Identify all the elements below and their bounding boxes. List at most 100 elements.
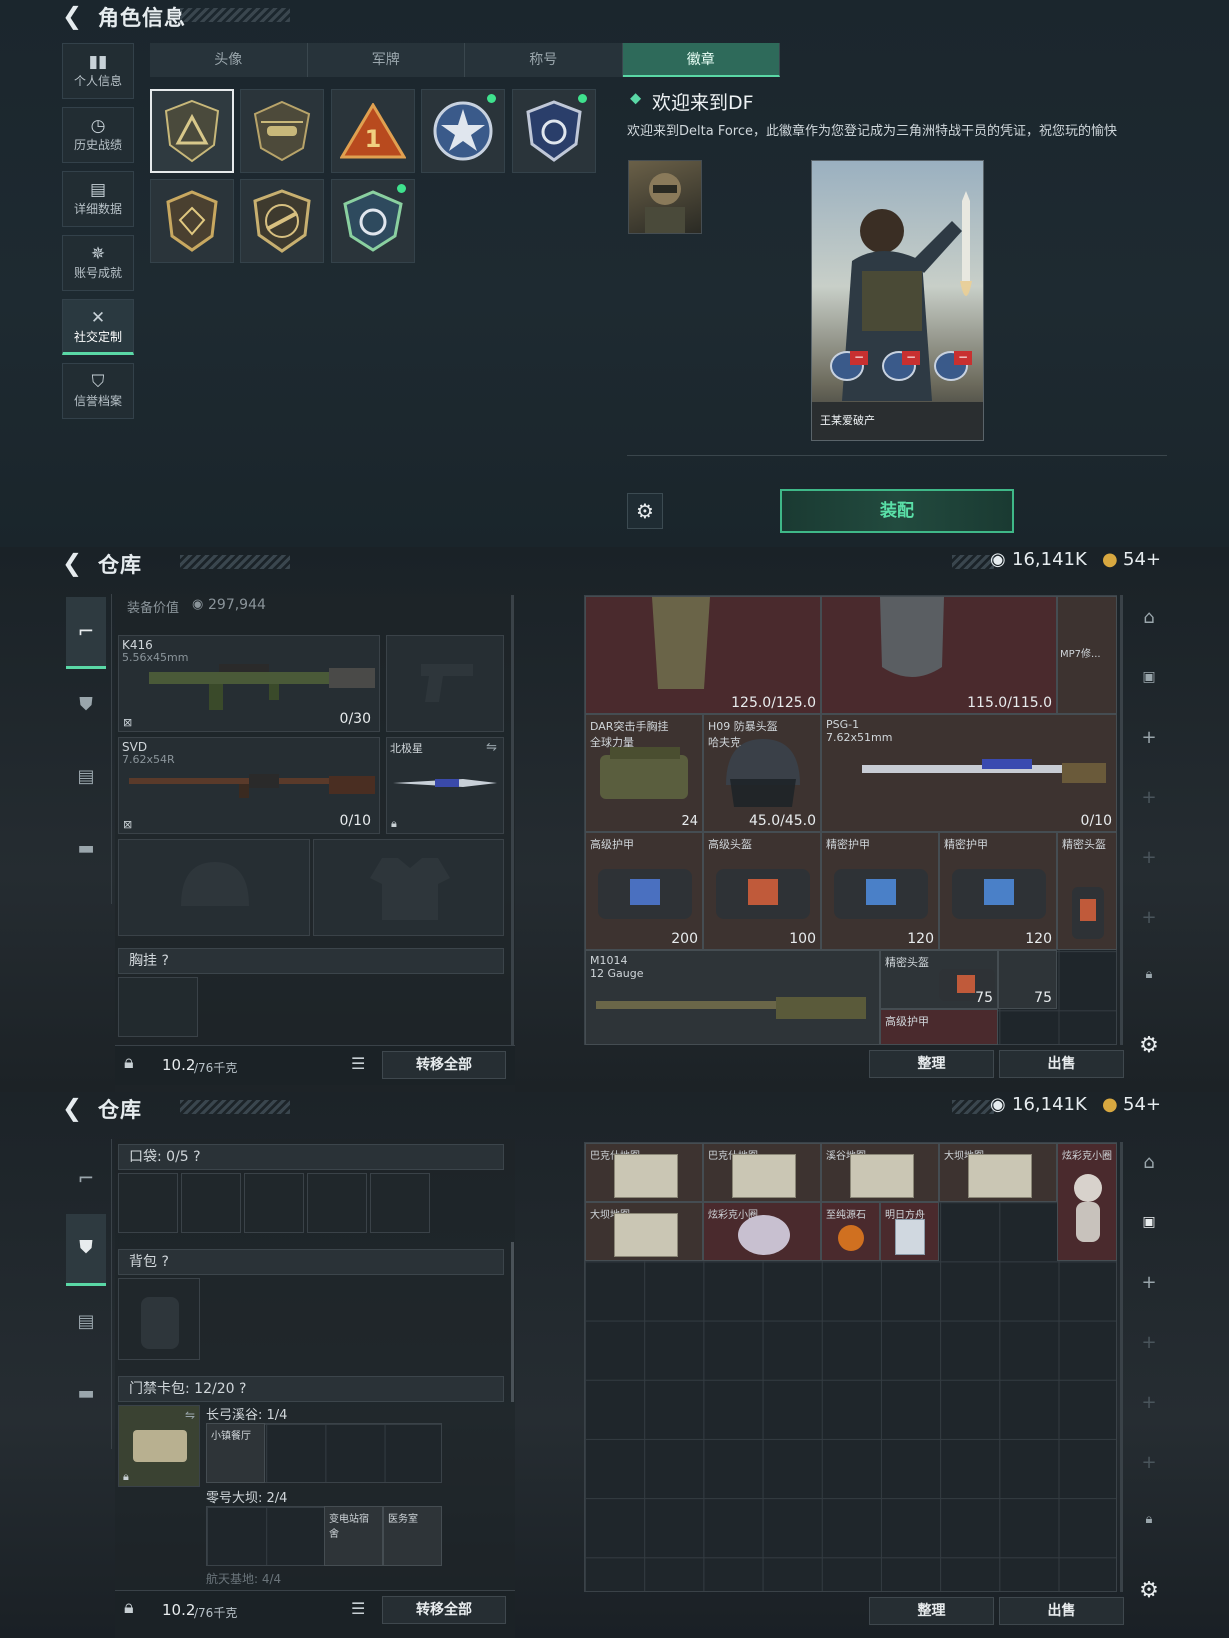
sort-button[interactable]: 整理 — [869, 1597, 994, 1625]
sidebar-item-achievements[interactable]: ✵ 账号成就 — [62, 235, 134, 291]
list-icon[interactable]: ☰ — [351, 1599, 365, 1618]
swap-icon[interactable]: ⇋ — [185, 1408, 195, 1422]
category-cases[interactable]: ▬ — [66, 813, 106, 885]
backpack-header[interactable]: 背包 ? — [118, 1249, 504, 1275]
lock-icon[interactable]: 🔒︎ — [1121, 967, 1177, 982]
stash-item-precise-armor-1[interactable]: 精密护甲 120 — [821, 832, 939, 950]
badge-rifle[interactable] — [240, 179, 324, 263]
sidebar-item-credit[interactable]: ⛉ 信誉档案 — [62, 363, 134, 419]
pocket-slot[interactable] — [244, 1173, 304, 1233]
category-cases[interactable]: ▬ — [66, 1358, 106, 1430]
sidebar-item-profile[interactable]: ▮▮ 个人信息 — [62, 43, 134, 99]
back-icon[interactable]: ❮ — [62, 549, 82, 577]
sidebar-item-history[interactable]: ◷ 历史战绩 — [62, 107, 134, 163]
settings-button[interactable]: ⚙ — [627, 493, 663, 529]
category-gear[interactable]: ⛊ — [66, 669, 106, 741]
stash-map-3[interactable]: 溪谷地图 — [821, 1143, 939, 1202]
tool-add-icon[interactable]: + — [1121, 1272, 1177, 1293]
stash-item-precise-helmet[interactable]: 精密头盔 — [1057, 832, 1117, 950]
tool-add-icon[interactable]: + — [1121, 1452, 1177, 1473]
tool-building-icon[interactable]: ⌂ — [1121, 607, 1177, 628]
stash-item-psg1[interactable]: PSG-1 7.62x51mm 0/10 — [821, 714, 1117, 832]
stash-map-1[interactable]: 巴克什地图 — [585, 1143, 703, 1202]
pocket-slot[interactable] — [370, 1173, 430, 1233]
armor-slot[interactable] — [313, 839, 504, 936]
stash-item-precise-armor-2[interactable]: 精密护甲 120 — [939, 832, 1057, 950]
tool-storage-icon[interactable]: ▣ — [1121, 1214, 1177, 1230]
badge-delta[interactable] — [150, 89, 234, 173]
transfer-all-button[interactable]: 转移全部 — [382, 1051, 506, 1079]
stash-figurine-1[interactable]: 炫彩克小圈 — [1057, 1143, 1117, 1261]
tab-avatar[interactable]: 头像 — [150, 43, 308, 77]
pocket-slot[interactable] — [118, 1173, 178, 1233]
back-icon[interactable]: ❮ — [62, 2, 82, 30]
loadout-scrollbar[interactable] — [511, 1242, 514, 1402]
tool-add-icon[interactable]: + — [1121, 907, 1177, 928]
tool-add-icon[interactable]: + — [1121, 847, 1177, 868]
lock-icon[interactable]: 🔒︎ — [124, 1052, 134, 1073]
chest-rig-header[interactable]: 胸挂 ? — [118, 948, 504, 974]
stash-map-5[interactable]: 大坝地图 — [585, 1202, 703, 1261]
stash-figurine-2[interactable]: 炫彩克小圈 — [703, 1202, 821, 1261]
stash-source-stone[interactable]: 至纯源石 — [821, 1202, 880, 1261]
keycard-infirmary[interactable]: 医务室 — [383, 1506, 442, 1566]
backpack-slot[interactable] — [118, 1278, 200, 1360]
badge-star-skull[interactable] — [421, 89, 505, 173]
stash-item-adv-armor-2[interactable]: 高级护甲 — [880, 1009, 998, 1045]
keycard-town-restaurant[interactable]: 小镇餐厅 — [206, 1423, 265, 1483]
remove-badge-3-icon[interactable]: − — [954, 351, 972, 365]
helmet-slot[interactable] — [118, 839, 310, 936]
sidearm-slot[interactable] — [386, 635, 504, 732]
stash-map-2[interactable]: 巴克什地图 — [703, 1143, 821, 1202]
pocket-header[interactable]: 口袋: 0/5 ? — [118, 1144, 504, 1170]
tab-dogtag[interactable]: 军牌 — [308, 43, 465, 77]
badge-police[interactable] — [512, 89, 596, 173]
stash-item-chest-rig[interactable]: DAR突击手胸挂 全球力量 24 — [585, 714, 703, 832]
badge-tactical[interactable] — [331, 179, 415, 263]
keycard-header[interactable]: 门禁卡包: 12/20 ? — [118, 1376, 504, 1402]
melee-slot[interactable]: 北极星 ⇋ 🔒︎ — [386, 737, 504, 834]
list-icon[interactable]: ☰ — [351, 1054, 365, 1073]
stash-item-h09-helmet[interactable]: H09 防暴头盔 哈夫克 45.0/45.0 — [703, 714, 821, 832]
chest-rig-slot[interactable] — [118, 977, 198, 1037]
tool-add-icon[interactable]: + — [1121, 787, 1177, 808]
stash-item-precise-helmet-2[interactable]: 精密头盔 75 — [880, 950, 998, 1009]
category-weapons[interactable]: ⌐ — [66, 597, 106, 669]
equip-button[interactable]: 装配 — [780, 489, 1014, 533]
sidebar-item-details[interactable]: ▤ 详细数据 — [62, 171, 134, 227]
sort-button[interactable]: 整理 — [869, 1050, 994, 1078]
tool-add-icon[interactable]: + — [1121, 1332, 1177, 1353]
category-gear[interactable]: ⛊ — [66, 1214, 106, 1286]
stash-item-adv-armor-1[interactable]: 高级护甲 200 — [585, 832, 703, 950]
sell-button[interactable]: 出售 — [999, 1597, 1124, 1625]
keycard-substation[interactable]: 变电站宿舍 — [324, 1506, 383, 1566]
stash-item-armor-2[interactable]: 115.0/115.0 — [821, 596, 1057, 714]
tool-building-icon[interactable]: ⌂ — [1121, 1152, 1177, 1173]
loadout-scrollbar[interactable] — [511, 595, 514, 1045]
gear-icon[interactable]: ⚙ — [1121, 1033, 1177, 1058]
primary-weapon-slot[interactable]: K416 5.56x45mm ⊠ 0/30 — [118, 635, 380, 732]
badge-number-one[interactable]: 1 — [331, 89, 415, 173]
stash-item-m1014[interactable]: M1014 12 Gauge — [585, 950, 880, 1045]
stash-arknights[interactable]: 明日方舟 — [880, 1202, 939, 1261]
pocket-slot[interactable] — [307, 1173, 367, 1233]
tool-add-icon[interactable]: + — [1121, 1392, 1177, 1413]
tab-badge[interactable]: 徽章 — [622, 43, 780, 77]
secondary-weapon-slot[interactable]: SVD 7.62x54R ⊠ 0/10 — [118, 737, 380, 834]
stash-item-adv-helmet[interactable]: 高级头盔 100 — [703, 832, 821, 950]
tab-title[interactable]: 称号 — [465, 43, 623, 77]
category-supplies[interactable]: ▤ — [66, 1286, 106, 1358]
sell-button[interactable]: 出售 — [999, 1050, 1124, 1078]
back-icon[interactable]: ❮ — [62, 1094, 82, 1122]
category-supplies[interactable]: ▤ — [66, 741, 106, 813]
swap-icon[interactable]: ⇋ — [486, 740, 497, 755]
pocket-slot[interactable] — [181, 1173, 241, 1233]
remove-badge-1-icon[interactable]: − — [850, 351, 868, 365]
lock-icon[interactable]: 🔒︎ — [124, 1597, 134, 1618]
badge-helicopter[interactable] — [240, 89, 324, 173]
stash-map-4[interactable]: 大坝地图 — [939, 1143, 1057, 1202]
stash-item-armor-1[interactable]: 125.0/125.0 — [585, 596, 821, 714]
gear-icon[interactable]: ⚙ — [1121, 1578, 1177, 1603]
stash-item-small[interactable]: 75 — [998, 950, 1057, 1009]
transfer-all-button[interactable]: 转移全部 — [382, 1596, 506, 1624]
